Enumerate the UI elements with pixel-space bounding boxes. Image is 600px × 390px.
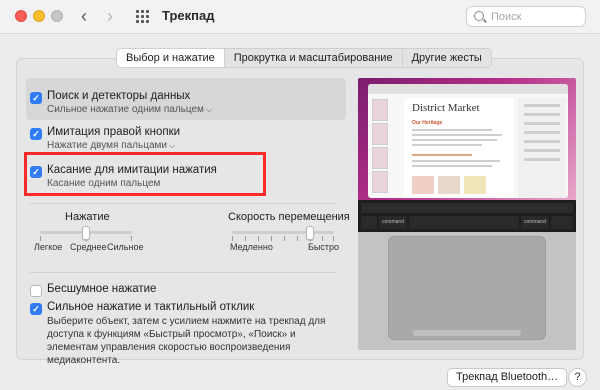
option-dropdown[interactable]: Нажатие двумя пальцами ⌵ <box>47 140 175 151</box>
speed-slider-label-fast: Быстро <box>308 242 340 252</box>
option-label: Имитация правой кнопки <box>47 126 181 138</box>
search-placeholder: Поиск <box>491 11 522 23</box>
click-slider-title: Нажатие <box>65 211 110 223</box>
force-click-checkbox[interactable]: ✓ <box>30 303 42 315</box>
force-click-description: Выберите объект, затем с усилием нажмите… <box>47 316 326 366</box>
slider-tick <box>131 236 132 241</box>
search-icon <box>474 11 484 21</box>
slider-tick <box>322 236 323 241</box>
divider <box>30 272 336 273</box>
speed-slider-label-slow: Медленно <box>230 242 273 252</box>
preview-screen: District Market Our Heritage <box>358 78 576 200</box>
secondary-click-checkbox[interactable]: ✓ <box>30 128 42 140</box>
option-label: Поиск и детекторы данных <box>47 90 191 102</box>
preview-trackpad <box>388 236 546 340</box>
option-label: Сильное нажатие и тактильный отклик <box>47 301 255 313</box>
search-field[interactable]: Поиск <box>466 6 586 27</box>
chevron-down-icon: ⌵ <box>205 105 212 114</box>
zoom-window-button[interactable] <box>51 10 63 22</box>
slider-tick <box>284 236 285 241</box>
preview-toolbar <box>368 84 568 94</box>
slider-tick <box>245 236 246 241</box>
divider <box>30 203 336 204</box>
click-slider-knob[interactable] <box>82 226 90 240</box>
setup-bluetooth-trackpad-button[interactable]: Трекпад Bluetooth… <box>447 368 568 387</box>
annotation-highlight-box <box>24 152 266 196</box>
show-all-grid-icon[interactable] <box>136 10 149 23</box>
speed-slider-title: Скорость перемещения <box>228 211 350 223</box>
tab-point-and-click[interactable]: Выбор и нажатие <box>117 49 224 67</box>
slider-tick <box>271 236 272 241</box>
click-slider-label-light: Легкое <box>34 242 63 252</box>
slider-tick <box>258 236 259 241</box>
option-label: Бесшумное нажатие <box>47 283 157 295</box>
option-dropdown[interactable]: Сильное нажатие одним пальцем ⌵ <box>47 104 212 115</box>
preview-page-thumbnails <box>370 97 390 197</box>
preview-document-window: District Market Our Heritage <box>368 84 568 198</box>
preview-touch-bar <box>361 203 573 213</box>
preview-keyboard: command command <box>358 200 576 232</box>
slider-tick <box>40 236 41 241</box>
slider-tick <box>232 236 233 241</box>
preview-doc-title: District Market <box>412 102 480 114</box>
window-title: Трекпад <box>162 8 215 23</box>
help-button[interactable]: ? <box>568 368 587 387</box>
preview-page: District Market Our Heritage <box>404 98 514 198</box>
minimize-window-button[interactable] <box>33 10 45 22</box>
back-arrow-icon[interactable]: ‹ <box>73 5 95 27</box>
title-bar: ‹ › Трекпад Поиск <box>0 0 600 34</box>
click-slider-label-medium: Среднее <box>70 242 107 252</box>
slider-tick <box>297 236 298 241</box>
preview-sidebar <box>518 98 566 198</box>
tab-more-gestures[interactable]: Другие жесты <box>401 49 491 67</box>
click-slider-label-firm: Сильное <box>107 242 144 252</box>
close-window-button[interactable] <box>15 10 27 22</box>
chevron-down-icon: ⌵ <box>168 141 176 150</box>
silent-click-checkbox[interactable] <box>30 285 42 297</box>
tab-scroll-and-zoom[interactable]: Прокрутка и масштабирование <box>223 49 402 67</box>
tab-bar: Выбор и нажатие Прокрутка и масштабирова… <box>116 48 492 68</box>
gesture-preview-image: District Market Our Heritage command com… <box>358 78 576 350</box>
lookup-checkbox[interactable]: ✓ <box>30 92 42 104</box>
slider-tick <box>333 236 334 241</box>
speed-slider-knob[interactable] <box>305 226 314 240</box>
preview-doc-heading: Our Heritage <box>412 120 443 126</box>
speed-slider-track[interactable] <box>232 231 334 234</box>
forward-arrow-icon[interactable]: › <box>99 5 121 27</box>
